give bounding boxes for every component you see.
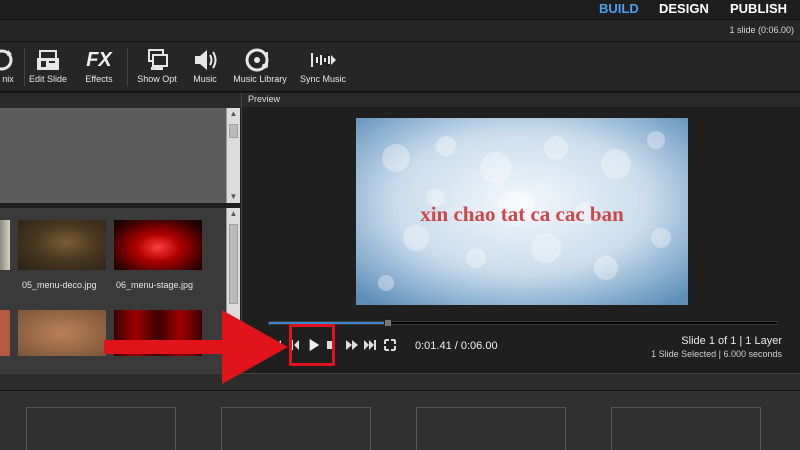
sync-music-button[interactable]: Sync Music xyxy=(296,46,350,90)
preview-canvas[interactable]: xin chao tat ca cac ban xyxy=(356,118,688,305)
show-options-button[interactable]: Show Opt xyxy=(134,46,180,90)
timeline-handle[interactable] xyxy=(384,319,393,327)
slide-slot[interactable] xyxy=(221,407,371,450)
preview-title: Preview xyxy=(248,94,281,104)
effects-button[interactable]: FX Effects xyxy=(80,46,118,90)
slide-position-label: Slide 1 of 1 | 1 Layer xyxy=(681,335,782,347)
asset-label: 06_menu-stage.jpg xyxy=(116,280,194,290)
asset-thumbnail[interactable] xyxy=(18,310,106,356)
music-library-button[interactable]: Music Library xyxy=(230,46,290,90)
scroll-thumb[interactable] xyxy=(229,224,238,304)
music-library-icon xyxy=(245,48,269,72)
info-strip: 1 slide (0:06.00) xyxy=(0,20,800,42)
show-options-icon xyxy=(148,49,168,70)
remix-icon xyxy=(0,49,13,71)
nav-design[interactable]: DESIGN xyxy=(659,0,709,17)
time-readout: 0:01.41 / 0:06.00 xyxy=(415,340,498,352)
scroll-down-icon[interactable]: ▼ xyxy=(227,191,240,203)
slides-scrollbar[interactable]: ▲ ▼ xyxy=(226,108,240,203)
panel-header xyxy=(0,93,241,108)
timeline-track[interactable] xyxy=(268,319,778,327)
remix-button[interactable]: nix xyxy=(0,46,22,90)
scroll-up-icon[interactable]: ▲ xyxy=(227,208,240,220)
edit-slide-icon xyxy=(37,50,59,70)
toolbar-separator xyxy=(24,48,25,86)
asset-label: 05_menu-deco.jpg xyxy=(22,280,97,290)
scroll-up-icon[interactable]: ▲ xyxy=(227,108,240,120)
nav-build[interactable]: BUILD xyxy=(599,0,639,17)
slide-tray xyxy=(0,391,800,450)
asset-thumbnail[interactable] xyxy=(0,310,10,356)
slide-slot[interactable] xyxy=(416,407,566,450)
annotation-highlight-box xyxy=(289,324,335,366)
speaker-icon xyxy=(195,50,217,70)
fullscreen-icon[interactable] xyxy=(384,338,396,352)
scroll-thumb[interactable] xyxy=(229,124,238,138)
main-toolbar: nix Edit Slide FX Effects Show Opt Music xyxy=(0,42,800,92)
music-button[interactable]: Music xyxy=(188,46,222,90)
top-navigation-bar: BUILD DESIGN PUBLISH xyxy=(0,0,800,20)
annotation-arrow-icon xyxy=(104,310,288,384)
skip-to-end-icon[interactable] xyxy=(363,338,377,352)
toolbar-separator xyxy=(127,48,128,86)
preview-header: Preview xyxy=(242,93,800,107)
slide-caption: xin chao tat ca cac ban xyxy=(420,202,624,226)
fx-icon: FX xyxy=(86,49,112,71)
selection-summary: 1 Slide Selected | 6.000 seconds xyxy=(651,349,782,359)
texture-thumbnail[interactable] xyxy=(18,220,106,270)
sync-music-icon xyxy=(311,53,336,67)
edit-slide-button[interactable]: Edit Slide xyxy=(26,46,70,90)
curtain-thumbnail[interactable] xyxy=(114,220,202,270)
slides-list[interactable] xyxy=(0,108,226,203)
slide-slot[interactable] xyxy=(611,407,761,450)
asset-thumbnail[interactable] xyxy=(0,220,10,270)
nav-publish[interactable]: PUBLISH xyxy=(730,0,787,17)
fast-forward-icon[interactable] xyxy=(345,338,359,352)
slide-count-label: 1 slide (0:06.00) xyxy=(729,25,794,35)
slide-slot[interactable] xyxy=(26,407,176,450)
